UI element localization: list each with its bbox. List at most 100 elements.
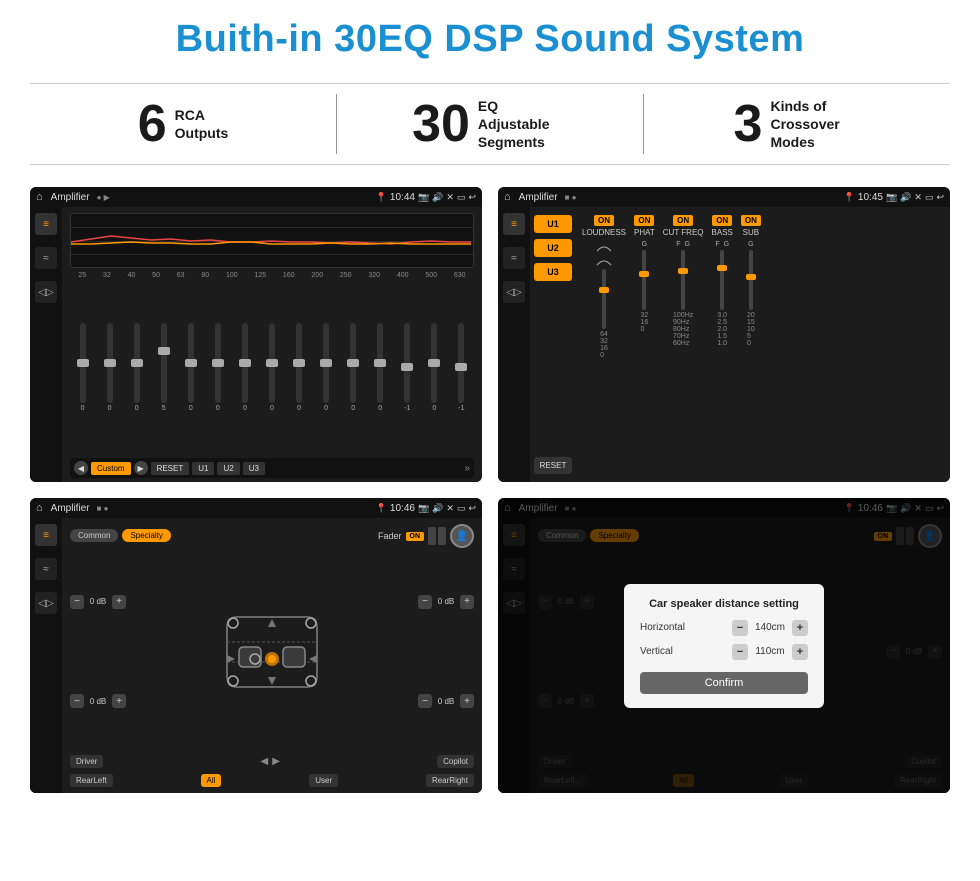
horizontal-control: − 140cm + xyxy=(732,620,808,636)
common-tab[interactable]: Common xyxy=(70,529,118,542)
u1-preset-button[interactable]: U1 xyxy=(534,215,572,233)
phat-thumb[interactable] xyxy=(639,271,649,277)
vertical-plus-button[interactable]: + xyxy=(792,644,808,660)
fader-controls: Fader ON 👤 xyxy=(378,524,474,548)
loudness-toggle[interactable]: ON xyxy=(594,215,614,226)
rearright-button[interactable]: RearRight xyxy=(426,774,474,787)
sub-thumb[interactable] xyxy=(746,274,756,280)
prev-button[interactable]: ◀ xyxy=(74,461,88,475)
user-button[interactable]: User xyxy=(309,774,338,787)
slider-thumb[interactable] xyxy=(455,363,467,371)
horizontal-minus-button[interactable]: − xyxy=(732,620,748,636)
db-minus-fr[interactable]: − xyxy=(418,595,432,609)
next-button[interactable]: ▶ xyxy=(134,461,148,475)
reset-preset-button[interactable]: RESET xyxy=(534,457,572,474)
x-icon-1: ✕ xyxy=(446,192,454,203)
bass-thumb[interactable] xyxy=(717,265,727,271)
dialog-overlay: Car speaker distance setting Horizontal … xyxy=(498,498,950,793)
preset-left: U1 U2 U3 RESET xyxy=(530,207,576,482)
speaker-icon-3[interactable]: ◁▷ xyxy=(35,592,57,614)
cutfreq-toggle[interactable]: ON xyxy=(673,215,693,226)
slider-thumb[interactable] xyxy=(347,359,359,367)
vertical-label: Vertical xyxy=(640,646,673,657)
vertical-minus-button[interactable]: − xyxy=(732,644,748,660)
back-icon-3[interactable]: ↩ xyxy=(468,503,476,514)
cutfreq-thumb[interactable] xyxy=(678,268,688,274)
u1-button[interactable]: U1 xyxy=(192,462,214,475)
db-plus-rr[interactable]: + xyxy=(460,694,474,708)
db-plus-rl[interactable]: + xyxy=(112,694,126,708)
copilot-button[interactable]: Copilot xyxy=(437,755,474,768)
phat-toggle[interactable]: ON xyxy=(634,215,654,226)
loudness-thumb[interactable] xyxy=(599,287,609,293)
slider-thumb[interactable] xyxy=(131,359,143,367)
horizontal-plus-button[interactable]: + xyxy=(792,620,808,636)
sub-toggle[interactable]: ON xyxy=(741,215,761,226)
eq-slider-8: 0 xyxy=(287,323,312,412)
vertical-control: − 110cm + xyxy=(732,644,808,660)
slider-thumb[interactable] xyxy=(401,363,413,371)
slider-thumb[interactable] xyxy=(266,359,278,367)
eq-graph xyxy=(70,213,474,268)
confirm-button[interactable]: Confirm xyxy=(640,672,808,694)
slider-thumb[interactable] xyxy=(212,359,224,367)
eq-slider-9: 0 xyxy=(314,323,339,412)
avatar-icon[interactable]: 👤 xyxy=(450,524,474,548)
fader-slider-1[interactable] xyxy=(428,527,436,545)
slider-thumb[interactable] xyxy=(77,359,89,367)
status-bar-3: ⌂ Amplifier ■ ● 📍 10:46 📷 🔊 ✕ ▭ ↩ xyxy=(30,498,482,518)
db-minus-fl[interactable]: − xyxy=(70,595,84,609)
wave-icon-2[interactable]: ≈ xyxy=(503,247,525,269)
home-icon-1[interactable]: ⌂ xyxy=(36,191,43,203)
slider-thumb[interactable] xyxy=(374,359,386,367)
eq-curve-svg xyxy=(71,214,473,267)
slider-thumb[interactable] xyxy=(239,359,251,367)
slider-thumb[interactable] xyxy=(428,359,440,367)
left-arrow[interactable]: ◀ xyxy=(261,756,269,767)
bass-toggle[interactable]: ON xyxy=(712,215,732,226)
slider-thumb[interactable] xyxy=(104,359,116,367)
fader-toggle[interactable]: ON xyxy=(406,532,425,541)
eq-icon-2[interactable]: ≡ xyxy=(503,213,525,235)
speaker-icon[interactable]: ◁▷ xyxy=(35,281,57,303)
u2-preset-button[interactable]: U2 xyxy=(534,239,572,257)
back-icon-1[interactable]: ↩ xyxy=(468,192,476,203)
eq-icon-3[interactable]: ≡ xyxy=(35,524,57,546)
wave-icon-3[interactable]: ≈ xyxy=(35,558,57,580)
speaker-icon-2[interactable]: ◁▷ xyxy=(503,281,525,303)
bass-scale: 3.02.52.01.51.0 xyxy=(717,312,727,347)
location-icon-1: 📍 xyxy=(376,192,387,203)
u3-button[interactable]: U3 xyxy=(243,462,265,475)
home-icon-2[interactable]: ⌂ xyxy=(504,191,511,203)
right-arrow[interactable]: ▶ xyxy=(272,756,280,767)
eq-icon[interactable]: ≡ xyxy=(35,213,57,235)
u3-preset-button[interactable]: U3 xyxy=(534,263,572,281)
slider-thumb[interactable] xyxy=(293,359,305,367)
more-icon[interactable]: » xyxy=(464,463,470,474)
u2-button[interactable]: U2 xyxy=(217,462,239,475)
stat-rca-number: 6 xyxy=(138,98,167,150)
slider-thumb[interactable] xyxy=(158,347,170,355)
stat-crossover-label: Kinds ofCrossover Modes xyxy=(770,97,860,152)
loudness-label: LOUDNESS xyxy=(582,228,626,237)
page-title: Buith-in 30EQ DSP Sound System xyxy=(30,18,950,61)
db-minus-rl[interactable]: − xyxy=(70,694,84,708)
custom-button[interactable]: Custom xyxy=(91,462,131,475)
wave-icon[interactable]: ≈ xyxy=(35,247,57,269)
eq-slider-5: 0 xyxy=(205,323,230,412)
eq-slider-10: 0 xyxy=(341,323,366,412)
back-icon-2[interactable]: ↩ xyxy=(936,192,944,203)
db-plus-fr[interactable]: + xyxy=(460,595,474,609)
horizontal-row: Horizontal − 140cm + xyxy=(640,620,808,636)
slider-thumb[interactable] xyxy=(185,359,197,367)
driver-button[interactable]: Driver xyxy=(70,755,103,768)
all-button[interactable]: All xyxy=(201,774,222,787)
reset-button[interactable]: RESET xyxy=(151,462,190,475)
slider-thumb[interactable] xyxy=(320,359,332,367)
home-icon-3[interactable]: ⌂ xyxy=(36,502,43,514)
rearleft-button[interactable]: RearLeft xyxy=(70,774,113,787)
fader-slider-2[interactable] xyxy=(438,527,446,545)
db-minus-rr[interactable]: − xyxy=(418,694,432,708)
db-plus-fl[interactable]: + xyxy=(112,595,126,609)
specialty-tab[interactable]: Specialty xyxy=(122,529,170,542)
